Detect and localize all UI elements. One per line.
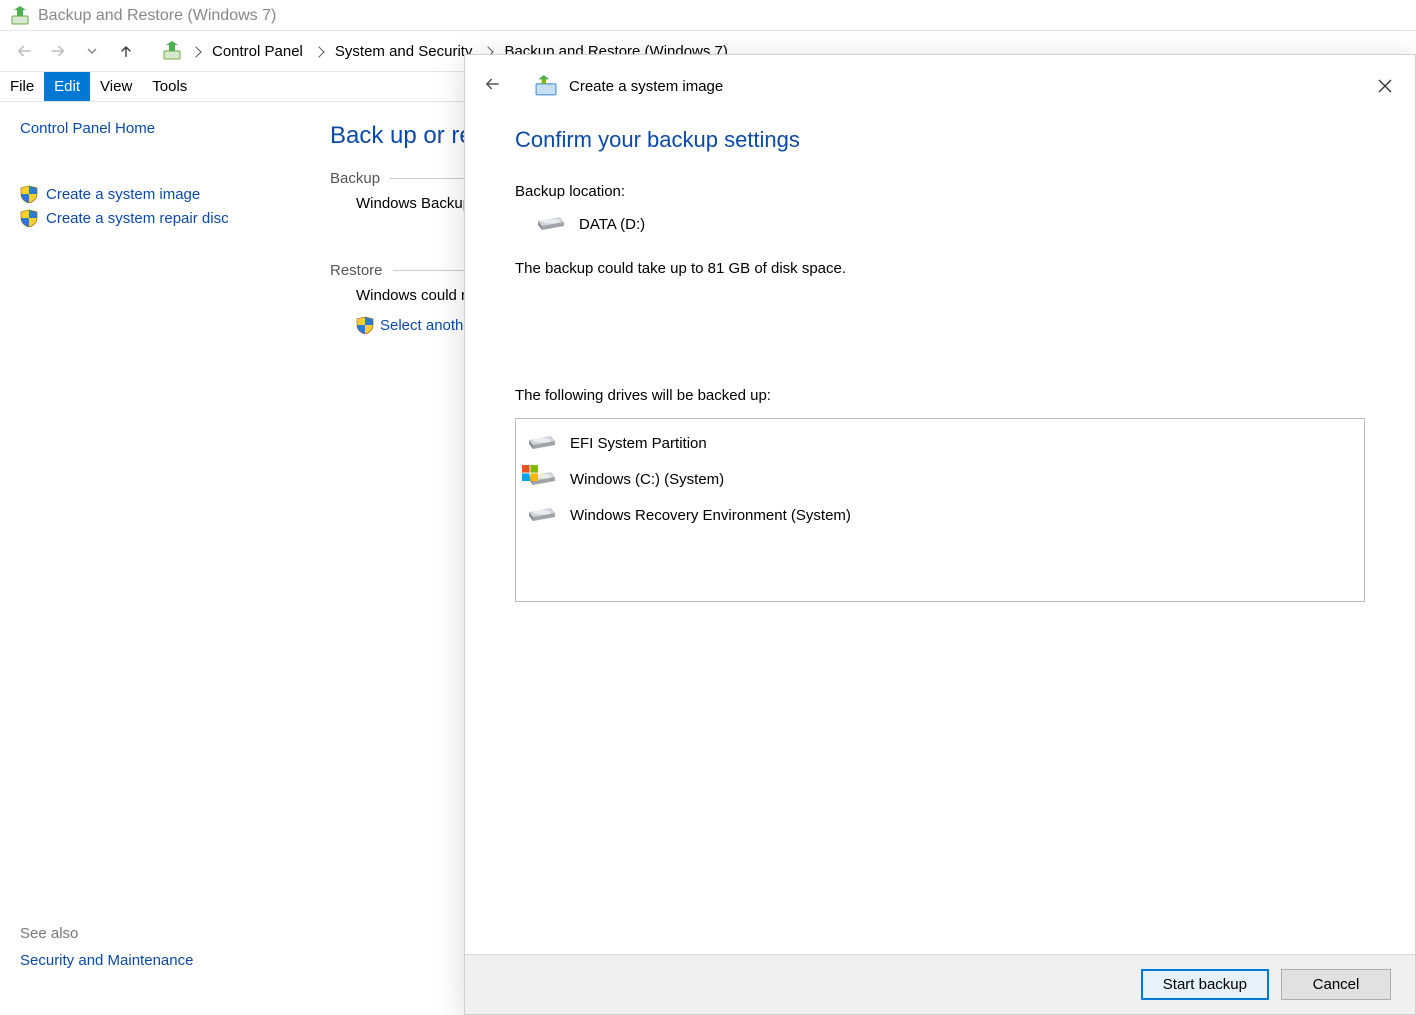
shield-icon <box>20 185 38 203</box>
start-backup-button[interactable]: Start backup <box>1141 969 1269 1000</box>
drive-row: Windows (C:) (System) <box>528 469 1352 489</box>
arrow-left-icon <box>483 75 501 93</box>
arrow-up-icon <box>118 43 134 59</box>
backup-app-icon <box>10 6 30 26</box>
dialog-title: Confirm your backup settings <box>515 127 1365 153</box>
hdd-icon <box>528 505 556 525</box>
see-also-title: See also <box>20 925 280 942</box>
system-image-icon <box>535 75 557 97</box>
drives-label: The following drives will be backed up: <box>515 387 1365 404</box>
drive-row: EFI System Partition <box>528 433 1352 453</box>
backup-location-value: DATA (D:) <box>537 214 1365 234</box>
sidebar-create-image-label: Create a system image <box>46 186 200 203</box>
see-also-security[interactable]: Security and Maintenance <box>20 952 193 969</box>
drives-list: EFI System Partition Windows (C:) (Syste… <box>515 418 1365 602</box>
dialog-close-button[interactable] <box>1365 71 1405 101</box>
shield-icon <box>20 209 38 227</box>
dialog-back-button[interactable] <box>483 75 501 97</box>
menu-file[interactable]: File <box>0 72 44 101</box>
dialog-footer: Start backup Cancel <box>465 954 1415 1014</box>
nav-recent-dropdown[interactable] <box>78 37 106 65</box>
path-chevron-icon <box>188 43 204 60</box>
hdd-icon <box>537 214 565 234</box>
arrow-right-icon <box>49 42 67 60</box>
shield-icon <box>356 316 374 334</box>
chevron-down-icon <box>87 46 97 56</box>
dialog-header-title: Create a system image <box>569 78 723 95</box>
hdd-icon <box>528 433 556 453</box>
windows-flag-icon <box>522 465 538 481</box>
backup-location-label: Backup location: <box>515 183 1365 200</box>
see-also: See also Security and Maintenance <box>20 925 280 979</box>
nav-up-button[interactable] <box>112 37 140 65</box>
path-chevron-icon <box>311 43 327 60</box>
menu-tools[interactable]: Tools <box>142 72 197 101</box>
drive-row: Windows Recovery Environment (System) <box>528 505 1352 525</box>
sidebar-home-link[interactable]: Control Panel Home <box>20 120 280 137</box>
create-system-image-dialog: Create a system image Confirm your backu… <box>464 54 1416 1015</box>
breadcrumb-seg-1[interactable]: Control Panel <box>210 41 305 62</box>
menu-edit[interactable]: Edit <box>44 72 90 101</box>
breadcrumb-seg-2[interactable]: System and Security <box>333 41 475 62</box>
sidebar-create-image[interactable]: Create a system image <box>20 185 280 203</box>
nav-back-button[interactable] <box>10 37 38 65</box>
menu-view[interactable]: View <box>90 72 142 101</box>
cancel-button[interactable]: Cancel <box>1281 969 1391 1000</box>
arrow-left-icon <box>15 42 33 60</box>
backup-size-info: The backup could take up to 81 GB of dis… <box>515 260 1365 277</box>
sidebar-create-disc[interactable]: Create a system repair disc <box>20 209 280 227</box>
window-title: Backup and Restore (Windows 7) <box>38 7 276 25</box>
path-app-icon <box>162 41 182 61</box>
sidebar: Control Panel Home Create a system image… <box>0 102 300 997</box>
window-titlebar: Backup and Restore (Windows 7) <box>0 0 1416 30</box>
sidebar-create-disc-label: Create a system repair disc <box>46 210 229 227</box>
nav-forward-button[interactable] <box>44 37 72 65</box>
close-icon <box>1378 79 1392 93</box>
